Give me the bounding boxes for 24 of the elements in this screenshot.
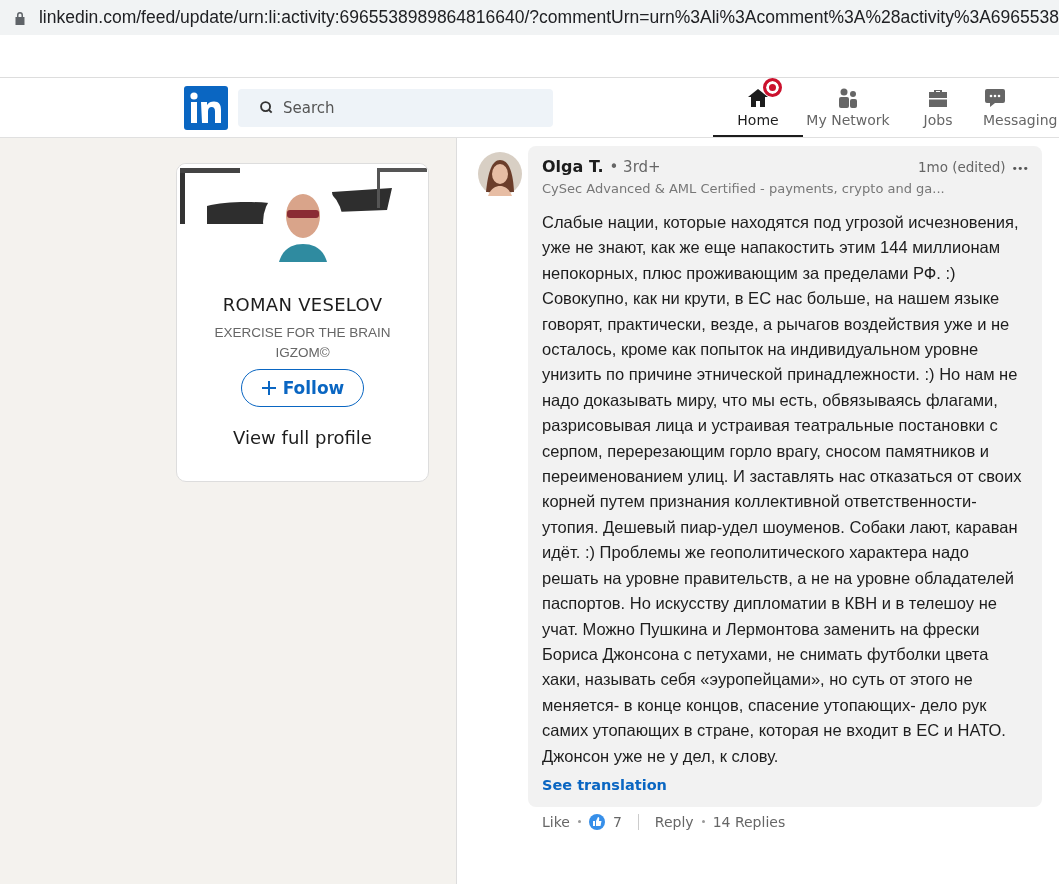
- search-field[interactable]: Search: [238, 88, 553, 127]
- see-translation-link[interactable]: See translation: [542, 776, 667, 793]
- reply-button[interactable]: Reply: [654, 813, 694, 830]
- nav-tab[interactable]: Jobs: [893, 78, 983, 137]
- view-profile-link[interactable]: View full profile: [233, 427, 372, 448]
- profile-headline: EXERCISE FOR THE BRAIN IGZOM©: [213, 324, 392, 362]
- follow-button[interactable]: Follow: [241, 369, 364, 407]
- nav-tab[interactable]: Messaging: [983, 78, 1057, 137]
- author-subtitle: CySec Advanced & AML Certified - payments, crypto and ga...: [542, 181, 946, 196]
- comment-text: Слабые нации, которые находятся под угрозой исчезновения, уже не знают, как же еще напакостить этим 144 миллионам непокорных, плюс проживающим за пределами РФ. :) Совокупно, как ни крути, в ЕС нас больше, на нашем языке говорят, практически, везде, а рычагов воздействия уже и не осталось, кроме как попыток на индивидуальном уровне унизить по причине этнической принадлежности. :) Но нам не надо доказывать миру, что мы есть, обвязываясь флагами, разрисовывая лица и устраивая театральные постановки с серпом, перерезающим горло врагу, сносом памятников и переименованием улиц. И заставлять нас отказаться от своих корней путем признания коллективной ответственности- утопия. Дешевый пиар-удел шоуменов. Собаки лают, караван идёт. :) Проблемы же геополитического характера надо решать на уровне правительств, а не на уровне обладателей паспортов. Но искусству дипломатии в КВН и в телешоу не учат. Можно Пушкина и Лермонтова заменить на фрески Бориса Джонсона с петухами, не снимать футболки цвета хаки, называть себя «эуропейцами», но суть от этого не меняется- в конце концов, спасение утопающих- дело рук самих утопающих в стране, которая не входит в ЕС и НАТО. Джонсон уже не у дел, к слову.: [542, 212, 1023, 767]
- plus-icon: [260, 380, 277, 396]
- replies-link[interactable]: 14 Replies: [712, 813, 786, 830]
- author-name[interactable]: Olga T.: [542, 157, 604, 176]
- connection-degree: • 3rd+: [609, 158, 661, 176]
- like-button[interactable]: Like: [542, 813, 570, 830]
- linkedin-logo-icon[interactable]: [184, 85, 228, 130]
- more-options-button[interactable]: •••: [1011, 162, 1028, 175]
- profile-name[interactable]: ROMAN VESELOV: [222, 294, 383, 315]
- reaction-count: 7: [612, 813, 622, 830]
- search-icon: [259, 99, 274, 115]
- lock-icon: [14, 10, 26, 25]
- thumbs-up-icon: [588, 813, 605, 830]
- nav-tab[interactable]: My Network: [803, 78, 893, 137]
- comment-time: 1mo (edited): [917, 159, 1006, 175]
